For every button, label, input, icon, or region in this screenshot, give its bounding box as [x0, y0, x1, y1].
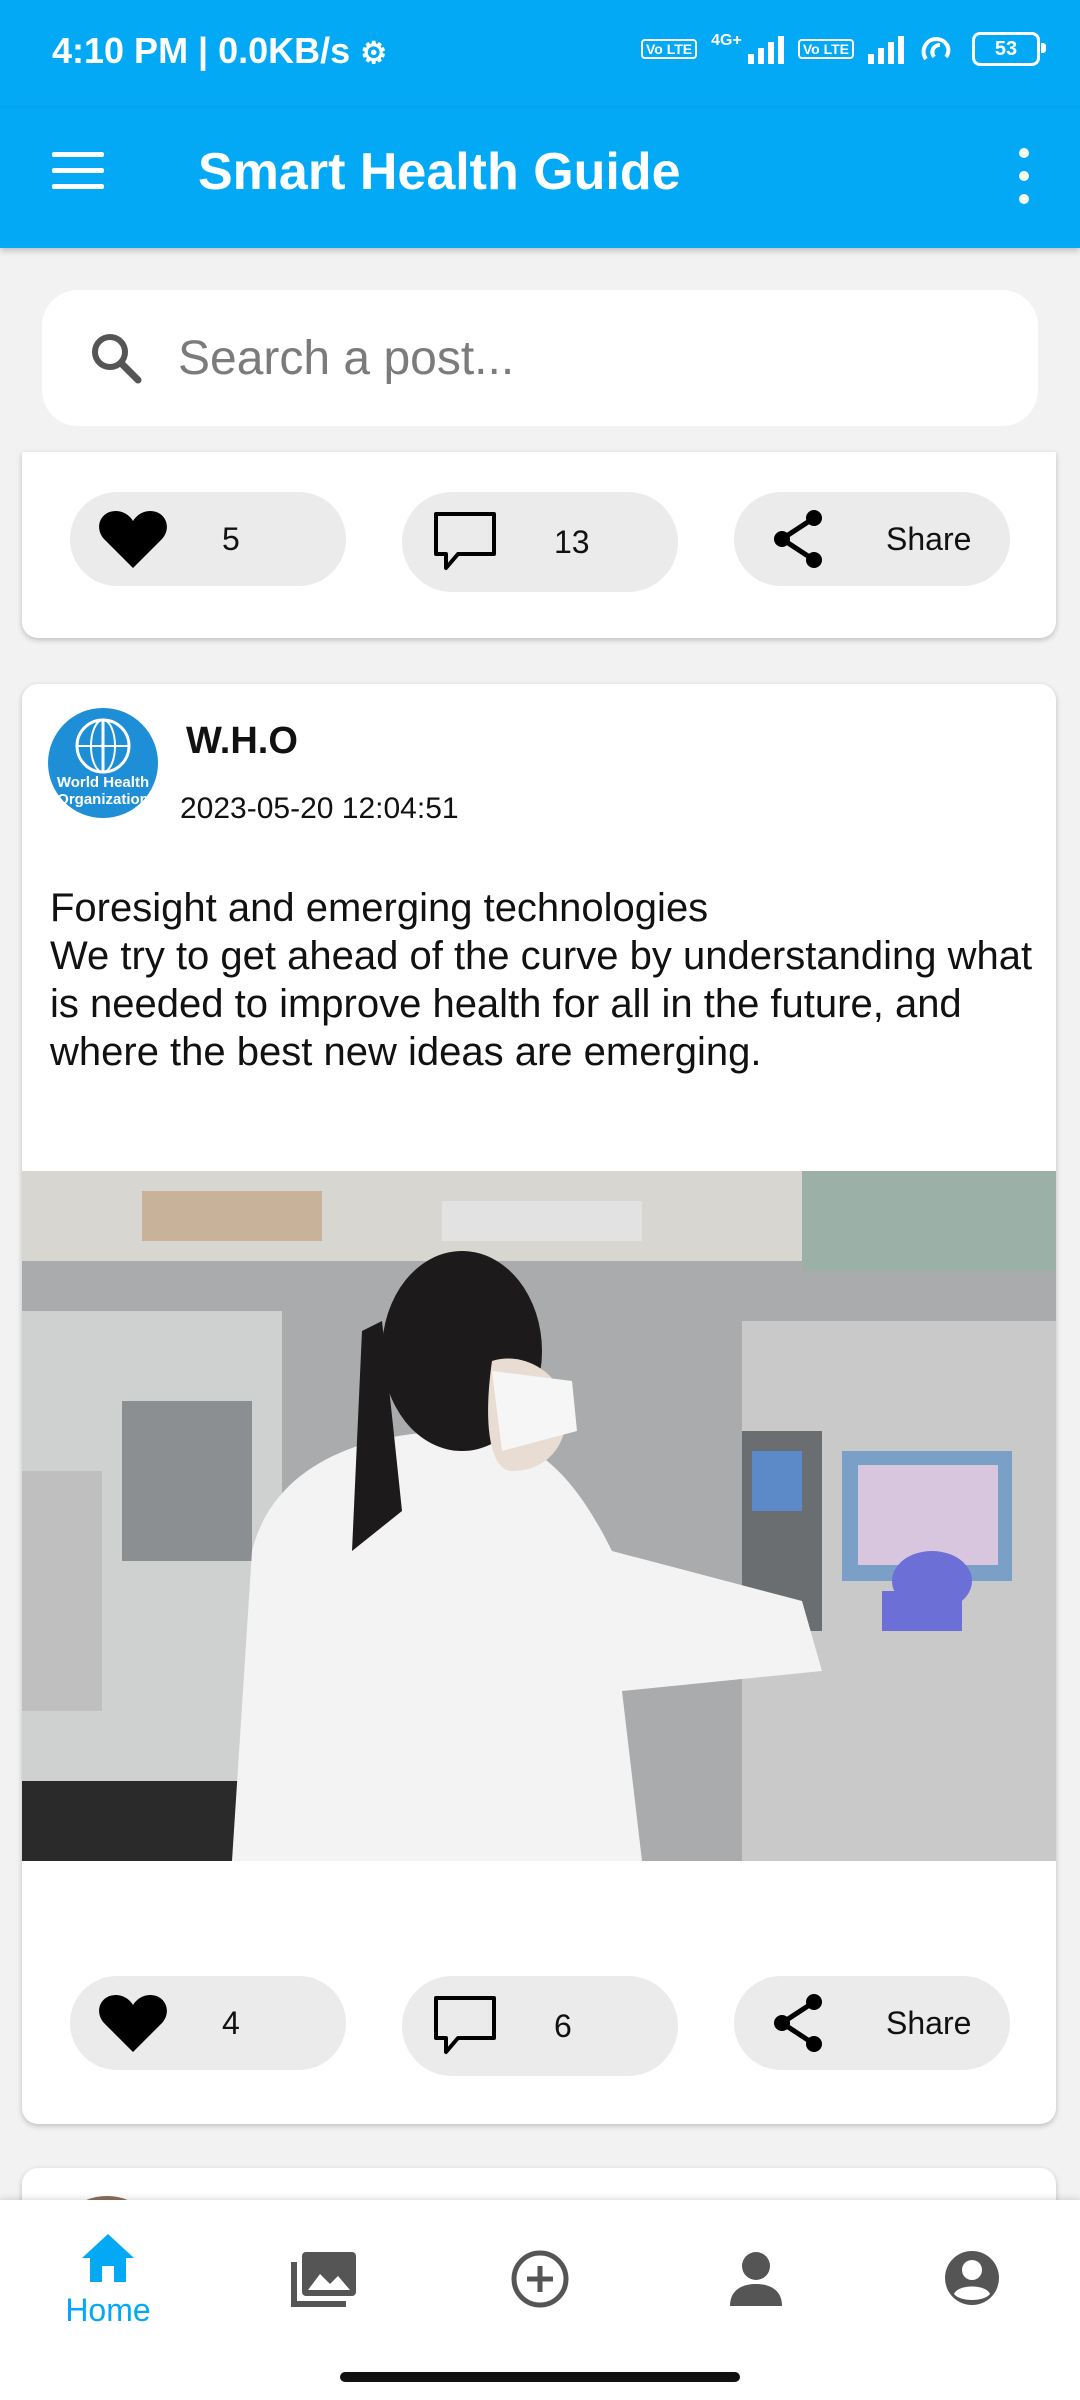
post-card: 5 13 Share	[22, 452, 1056, 638]
heart-icon	[99, 1995, 167, 2052]
nav-account[interactable]	[912, 2248, 1032, 2310]
post-author[interactable]: W.H.O	[186, 720, 298, 763]
like-count: 5	[222, 520, 240, 557]
network-type: 4G+	[711, 32, 742, 49]
status-time-text: 4:10 PM | 0.0KB/s	[52, 30, 351, 71]
gallery-icon	[291, 2252, 356, 2307]
search-input[interactable]	[176, 329, 960, 387]
avatar-org-text: World Health Organization	[56, 774, 150, 808]
post-body: Foresight and emerging technologies We t…	[50, 886, 1033, 1074]
share-button[interactable]: Share	[734, 492, 1010, 586]
comment-icon	[434, 1996, 496, 2054]
like-count: 4	[222, 2004, 240, 2041]
nav-gallery[interactable]	[264, 2248, 384, 2310]
battery-level: 53	[994, 37, 1018, 60]
avatar[interactable]: World Health Organization	[48, 708, 158, 818]
home-icon	[82, 2234, 134, 2282]
share-icon	[774, 510, 822, 568]
app-title: Smart Health Guide	[198, 143, 681, 201]
search-icon	[92, 334, 142, 384]
status-time: 4:10 PM | 0.0KB/s ⚙	[52, 30, 387, 72]
nav-home-label: Home	[65, 2292, 151, 2328]
more-options-icon[interactable]	[1016, 148, 1032, 204]
post-image[interactable]	[22, 1171, 1056, 1861]
heart-icon	[99, 511, 167, 568]
settings-gear-icon: ⚙	[360, 37, 388, 70]
nav-profile[interactable]	[696, 2248, 816, 2310]
signal-icon	[747, 34, 784, 64]
home-indicator	[340, 2372, 740, 2382]
who-emblem-icon	[75, 718, 131, 774]
bottom-nav: Home	[0, 2200, 1080, 2400]
nav-home[interactable]: Home	[48, 2230, 168, 2329]
post-card: World Health Organization W.H.O 2023-05-…	[22, 684, 1056, 2124]
comment-count: 13	[554, 523, 590, 560]
battery-icon: 53	[972, 32, 1046, 66]
signal-icon-2	[868, 34, 904, 64]
app-bar: Smart Health Guide	[0, 108, 1080, 248]
search-bar[interactable]	[42, 290, 1038, 426]
comment-button[interactable]: 6	[402, 1976, 678, 2076]
menu-icon[interactable]	[52, 152, 104, 192]
volte-icon-2: Vo LTE	[797, 39, 854, 59]
like-button[interactable]: 5	[70, 492, 346, 586]
add-circle-icon	[511, 2250, 569, 2308]
share-label: Share	[886, 2004, 972, 2041]
share-label: Share	[886, 520, 972, 557]
comment-icon	[434, 512, 496, 570]
wifi-calling-icon	[921, 36, 951, 61]
person-icon	[730, 2252, 782, 2306]
lab-photo	[22, 1171, 1056, 1861]
nav-add-post[interactable]	[480, 2248, 600, 2310]
like-button[interactable]: 4	[70, 1976, 346, 2070]
post-timestamp: 2023-05-20 12:04:51	[180, 792, 459, 825]
account-circle-icon	[945, 2251, 999, 2305]
share-button[interactable]: Share	[734, 1976, 1010, 2070]
volte-icon: Vo LTE	[641, 39, 698, 59]
comment-button[interactable]: 13	[402, 492, 678, 592]
status-bar: 4:10 PM | 0.0KB/s ⚙ Vo LTE 4G+ Vo LTE 53	[0, 0, 1080, 108]
comment-count: 6	[554, 2007, 572, 2044]
share-icon	[774, 1994, 822, 2052]
status-icons: Vo LTE 4G+ Vo LTE 53	[641, 32, 1046, 66]
